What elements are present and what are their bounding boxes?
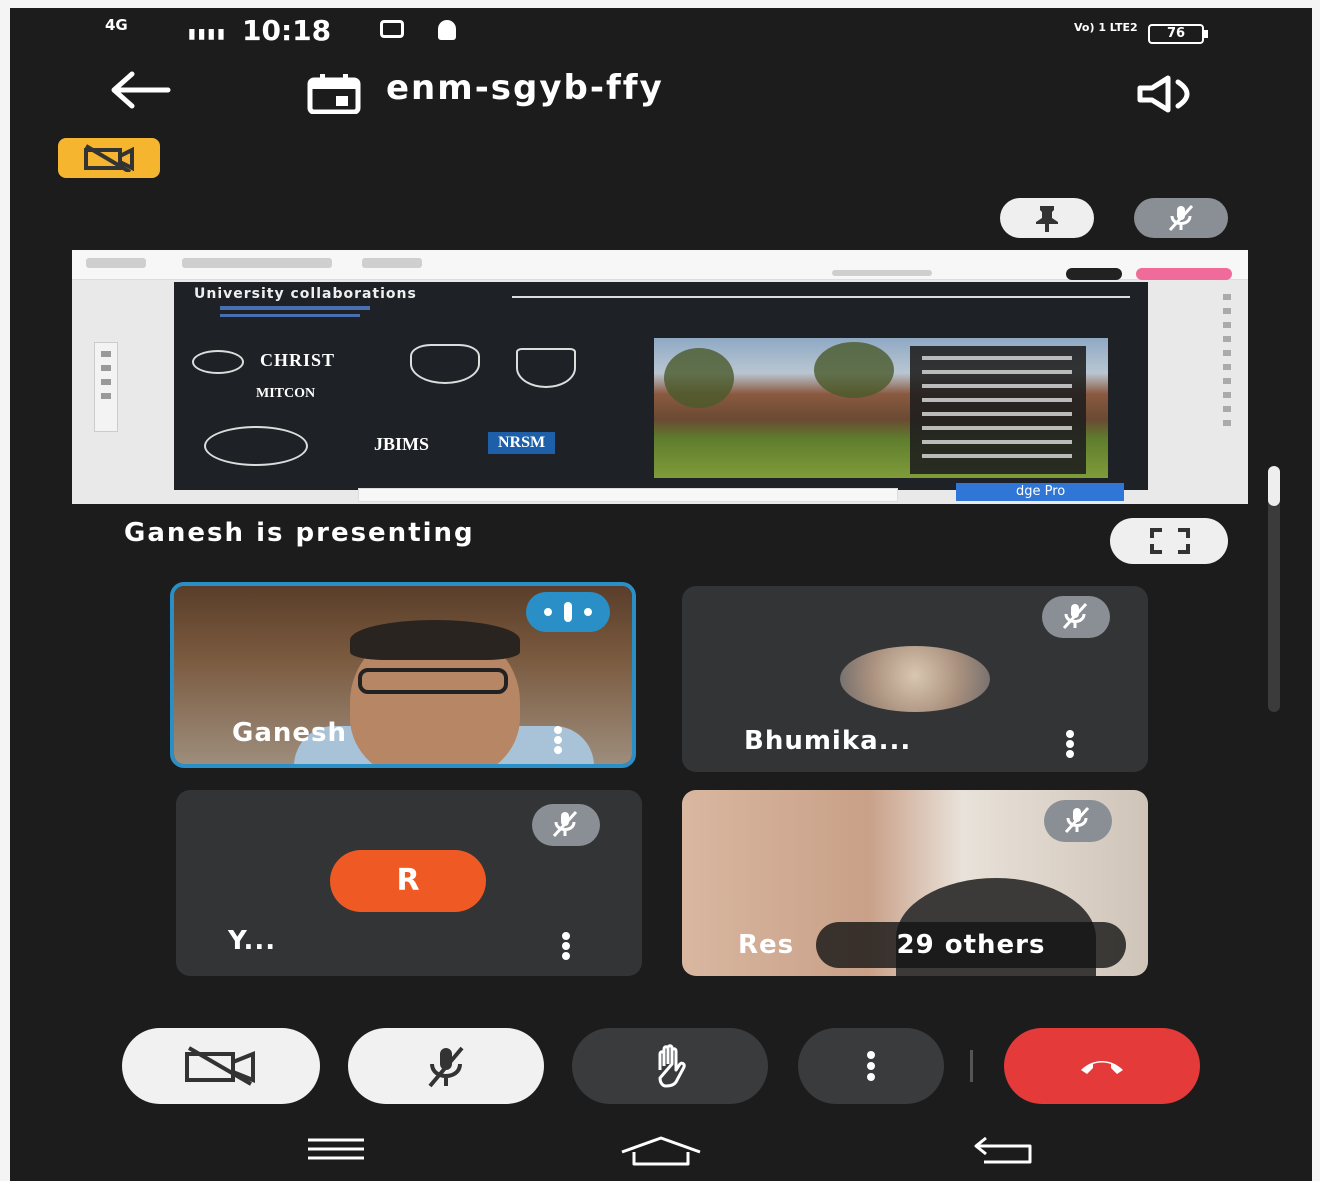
home-icon [621,1136,701,1166]
participant-tile[interactable]: Bhumika... [682,586,1148,772]
mic-off-icon [1062,602,1088,630]
mic-off-icon [1064,806,1090,834]
slide-text-box [910,346,1086,474]
mic-off-icon [552,810,578,838]
mic-toggle-button[interactable] [348,1028,544,1104]
avatar [840,646,990,712]
share-button [1066,268,1122,280]
presenter-mute-button[interactable] [1134,198,1228,238]
fullscreen-button[interactable] [1110,518,1228,564]
browser-bottom-bar [358,488,898,502]
muted-indicator [532,804,600,846]
pin-button[interactable] [1000,198,1094,238]
shared-screen[interactable]: University collaborations CHRIST MITCON … [72,250,1248,504]
phone-screen: 4G ▮▮▮▮ 10:18 Vo) 1 LTE2 76 enm-sgyb-ffy [10,8,1312,1181]
more-options-icon[interactable] [554,726,562,754]
back-button[interactable] [108,70,172,110]
signal-icon: ▮▮▮▮ [188,26,227,42]
scrollbar[interactable] [1268,466,1280,712]
tree-shape [664,348,734,408]
participant-tile[interactable]: R Y... [176,790,642,976]
menu-icon [308,1138,364,1160]
participant-tile[interactable]: Ganesh [170,582,636,768]
participant-video [358,668,508,694]
notification-icon [380,20,404,38]
video-off-icon [185,1046,255,1086]
browser-tab [182,258,332,268]
calendar-icon [306,74,362,115]
muted-indicator [1042,596,1110,638]
more-options-button[interactable] [798,1028,944,1104]
nrsm-logo: NRSM [488,432,556,454]
arrow-left-icon [111,71,171,109]
participant-name: Ganesh [232,718,348,748]
presenting-label: Ganesh is presenting [124,518,475,548]
speaker-button[interactable] [1134,74,1204,114]
controls-divider [970,1050,973,1082]
emblem-logo [410,344,480,384]
browser-tab [362,258,422,268]
mic-off-icon [1168,204,1194,232]
video-off-icon [84,144,134,172]
back-nav-icon [974,1136,1032,1164]
more-vert-icon [867,1051,875,1081]
christ-logo-seal [192,350,244,374]
itm-logo [204,426,308,466]
slide-subtitle [220,314,360,317]
campus-photo [654,338,1108,478]
browser-toolbar [72,250,1248,280]
slide-subtitle [220,306,370,310]
mic-off-icon [428,1046,464,1088]
edge-banner: dge Pro [956,483,1124,501]
university-logo [516,348,576,388]
presentation-slide: University collaborations CHRIST MITCON … [174,282,1148,490]
more-options-icon[interactable] [562,932,570,960]
browser-tab [86,258,146,268]
participant-name: Res [738,930,795,960]
participant-name: Y... [228,926,277,956]
christ-logo: CHRIST [260,350,336,370]
scrollbar-thumb[interactable] [1268,466,1280,506]
slide-sidebar [1220,286,1234,486]
speaker-icon [1137,75,1190,113]
slide-tools [94,342,118,432]
status-bar: 4G ▮▮▮▮ 10:18 Vo) 1 LTE2 76 [10,8,1312,58]
title-divider [512,296,1130,298]
others-count[interactable]: 29 others [816,922,1126,968]
participant-video [350,620,520,660]
snapchat-icon [438,20,456,40]
camera-off-badge[interactable] [58,138,160,178]
recent-apps-button[interactable] [304,1134,368,1170]
slide-title: University collaborations [194,286,417,302]
address-bar [832,270,932,276]
speaking-indicator [526,592,610,632]
hang-up-icon [1081,1061,1123,1074]
hand-icon [658,1044,686,1088]
record-button [1136,268,1232,280]
battery-indicator: 76 [1148,24,1208,44]
more-options-icon[interactable] [1066,730,1074,758]
back-nav-button[interactable] [972,1134,1038,1170]
pin-icon [1036,206,1058,232]
participant-tile[interactable]: Res 29 others [682,790,1148,976]
home-button[interactable] [618,1134,704,1170]
network-indicator: 4G [105,16,128,34]
lte-indicator: Vo) 1 LTE2 [1074,21,1138,34]
jbims-logo: JBIMS [374,434,430,454]
participant-name: Bhumika... [744,726,912,756]
raise-hand-button[interactable] [572,1028,768,1104]
status-time: 10:18 [242,14,332,47]
muted-indicator [1044,800,1112,842]
fullscreen-icon [1150,528,1190,554]
end-call-button[interactable] [1004,1028,1200,1104]
tree-shape [814,342,894,398]
avatar: R [330,850,486,912]
mitcon-logo: MITCON [256,386,316,401]
meeting-code: enm-sgyb-ffy [386,68,664,108]
camera-toggle-button[interactable] [122,1028,320,1104]
